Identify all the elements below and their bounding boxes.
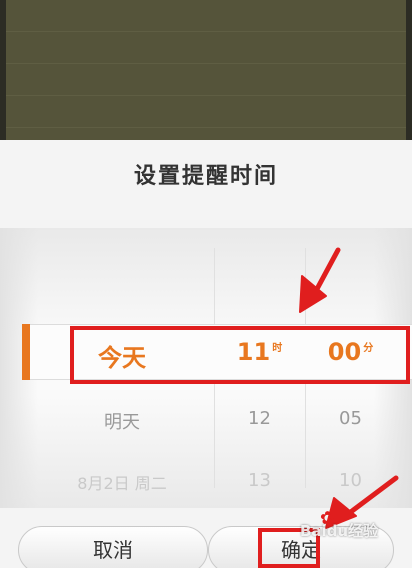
watermark: Baidu经验: [300, 522, 379, 540]
annotation-arrows: [299, 247, 399, 529]
arrow-shaft-lower: [345, 475, 399, 517]
